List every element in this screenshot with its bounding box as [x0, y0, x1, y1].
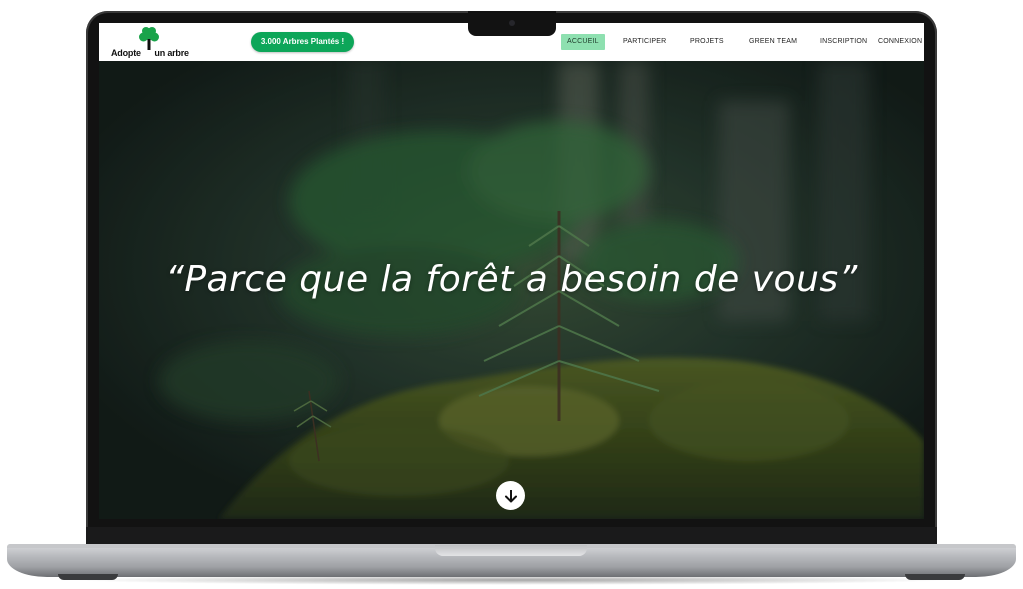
hero-section: “Parce que la forêt a besoin de vous”	[99, 61, 924, 519]
site-logo[interactable]: Adopte un arbre	[111, 26, 189, 58]
tree-icon	[139, 27, 159, 50]
logo-text-part2: un arbre	[154, 48, 189, 58]
nav-item-projets[interactable]: PROJETS	[690, 34, 724, 50]
nav-item-participer[interactable]: PARTICIPER	[623, 34, 666, 50]
trees-planted-button[interactable]: 3.000 Arbres Plantés !	[251, 32, 354, 52]
camera-icon	[509, 20, 515, 26]
scroll-down-button[interactable]	[496, 481, 525, 510]
logo-text: Adopte un arbre	[111, 48, 189, 58]
nav-item-green-team[interactable]: GREEN TEAM	[749, 34, 797, 50]
nav-item-accueil[interactable]: ACCUEIL	[561, 34, 605, 50]
arrow-down-icon	[504, 489, 517, 502]
hero-quote: “Parce que la forêt a besoin de vous”	[165, 259, 858, 300]
nav-item-connexion[interactable]: CONNEXION	[878, 34, 922, 50]
camera-notch	[468, 11, 556, 36]
nav-item-inscription[interactable]: INSCRIPTION	[820, 34, 867, 50]
laptop-foot-right	[905, 574, 965, 580]
browser-viewport: Adopte un arbre 3.000 Arbres Plantés ! A…	[99, 23, 924, 519]
laptop-mockup: Adopte un arbre 3.000 Arbres Plantés ! A…	[0, 0, 1023, 589]
laptop-foot-left	[58, 574, 118, 580]
laptop-opening-notch	[435, 545, 587, 556]
logo-text-part1: Adopte	[111, 48, 141, 58]
